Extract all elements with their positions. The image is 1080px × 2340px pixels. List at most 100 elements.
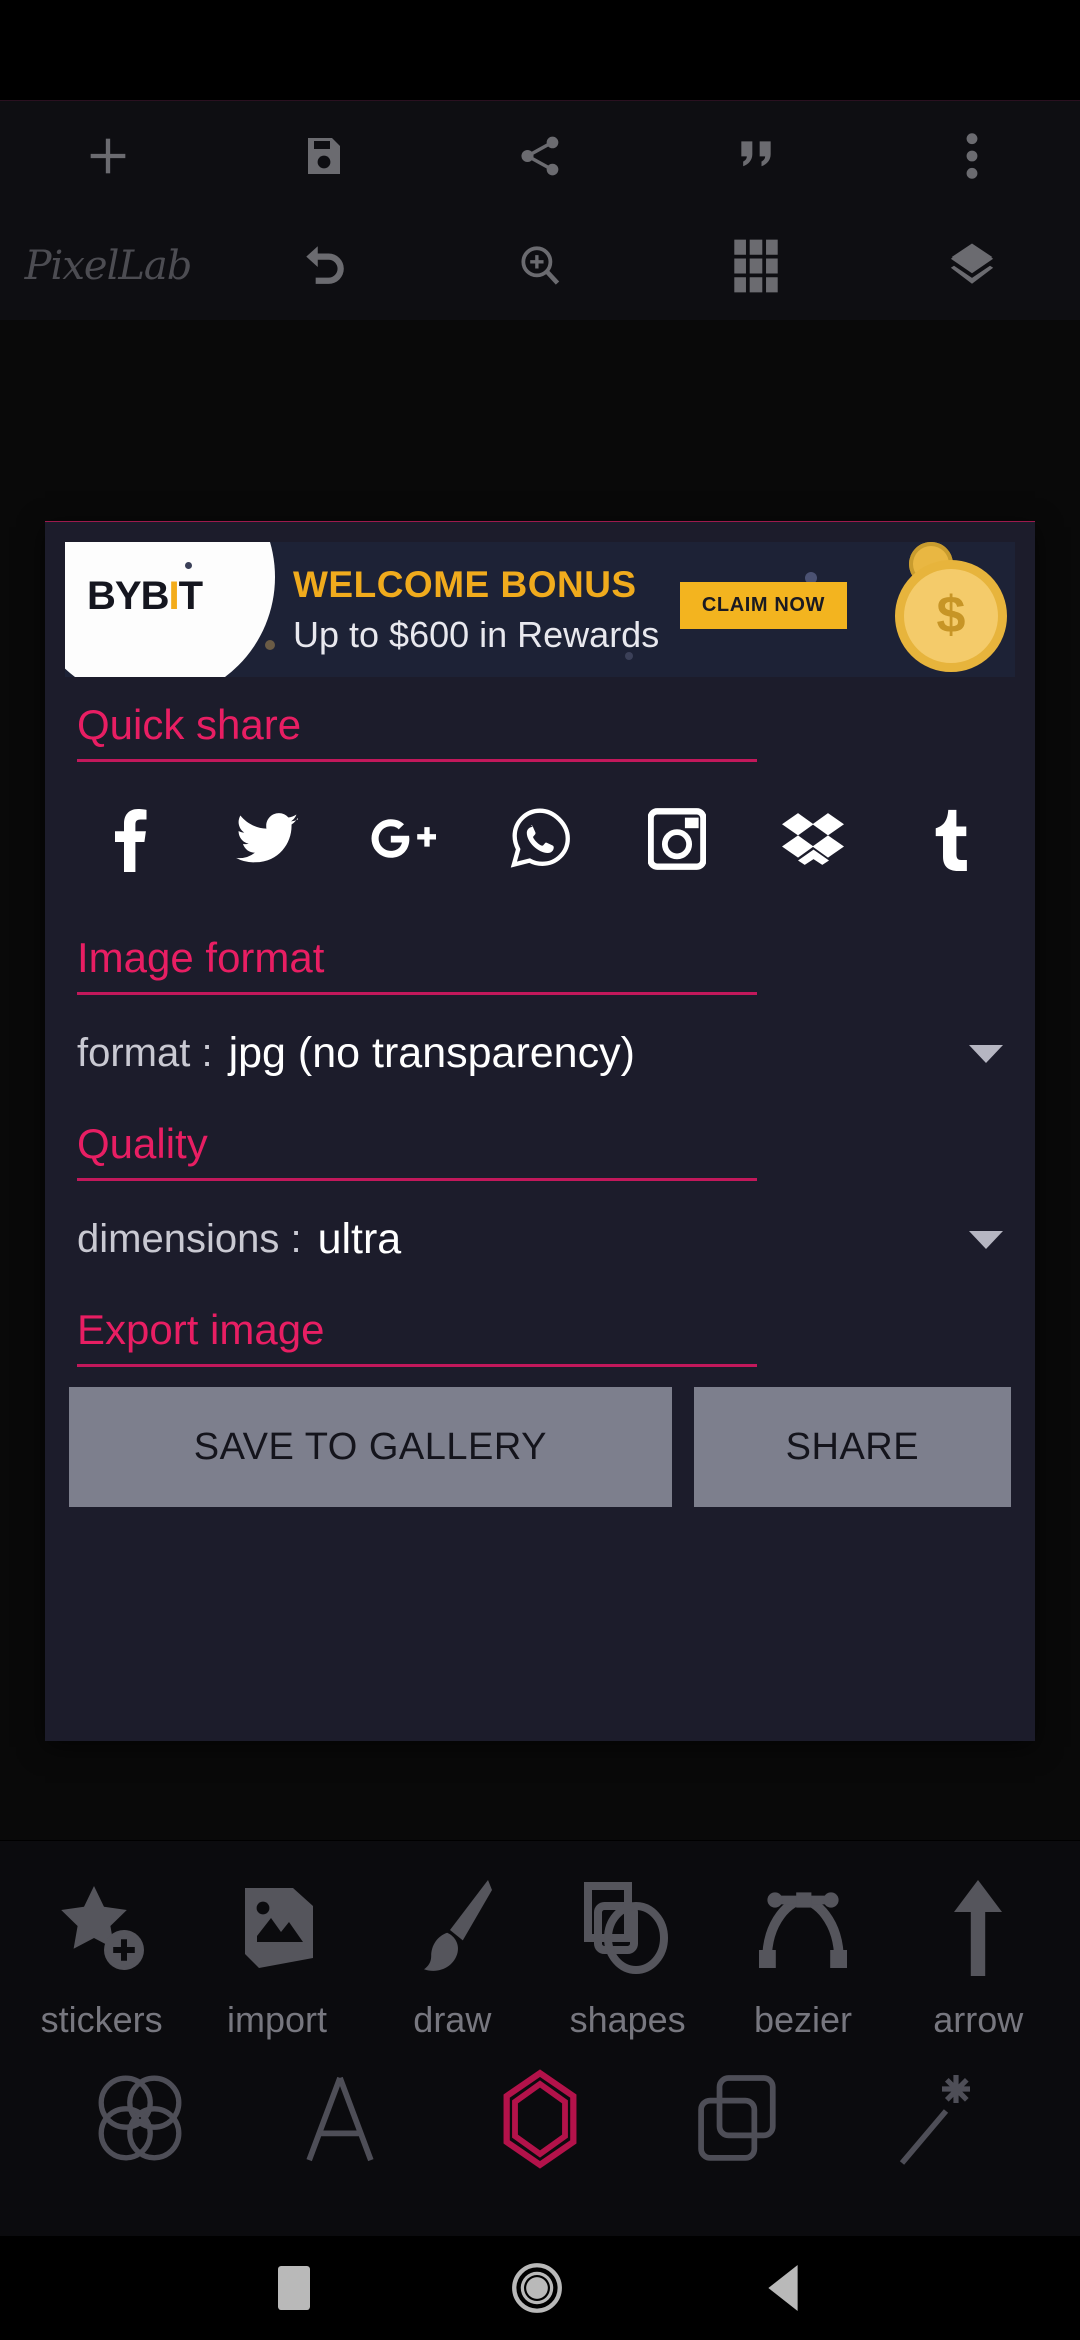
import-icon [231, 1873, 323, 1983]
duplicate-icon [697, 2073, 783, 2170]
tumblr-icon [929, 807, 971, 876]
image-format-title: Image format [77, 934, 325, 981]
ad-title: WELCOME BONUS [293, 564, 637, 605]
text-icon [303, 2073, 377, 2170]
ad-subtitle: Up to $600 in Rewards [293, 614, 660, 655]
quote-icon [734, 134, 778, 178]
grid-button[interactable] [648, 211, 864, 321]
ad-dot [185, 562, 192, 569]
facebook-icon [108, 806, 152, 877]
grid-icon [732, 238, 780, 294]
tool-label: arrow [933, 1999, 1024, 2040]
toolbar-row-secondary: PixelLab [0, 211, 1080, 321]
whatsapp-icon [510, 808, 570, 875]
ad-banner[interactable]: BYBIT WELCOME BONUS Up to $600 in Reward… [65, 542, 1015, 677]
shapes-icon [580, 1873, 676, 1983]
recents-button[interactable] [277, 2266, 311, 2310]
tool-stickers[interactable]: stickers [27, 1873, 177, 2041]
save-to-gallery-button[interactable]: SAVE TO GALLERY [69, 1387, 672, 1507]
tool-label: shapes [569, 1999, 686, 2040]
top-toolbar: PixelLab [0, 100, 1080, 320]
tool-label: draw [413, 1999, 492, 2040]
tool-import[interactable]: import [202, 1873, 352, 2041]
add-icon [82, 130, 134, 182]
share-button[interactable]: SHARE [693, 1387, 1011, 1507]
tool-blend[interactable] [80, 2061, 200, 2181]
magic-wand-icon [897, 2071, 983, 2172]
export-section: Export image [65, 1282, 1015, 1367]
dimensions-value: ultra [317, 1215, 402, 1263]
arrow-icon [945, 1873, 1011, 1983]
format-label: format : [77, 1031, 213, 1075]
share-button[interactable] [432, 101, 648, 211]
export-actions: SAVE TO GALLERY SHARE [45, 1367, 1035, 1535]
quick-share-section: Quick share [65, 677, 1015, 910]
tool-row-primary: stickers import draw shapes bezier arrow [0, 1841, 1080, 2041]
twitter-icon [235, 812, 298, 870]
app-screen: PixelLab BYBIT WELCOME BONUS Up to $600 … [0, 0, 1080, 2340]
tool-bezier[interactable]: bezier [728, 1873, 878, 2041]
app-logo: PixelLab [24, 243, 193, 289]
app-logo-button[interactable]: PixelLab [0, 211, 216, 321]
shape-hexagon-icon [498, 2068, 582, 2174]
overflow-menu-button[interactable] [864, 101, 1080, 211]
dropbox-icon [782, 810, 845, 873]
tool-shape[interactable] [480, 2061, 600, 2181]
tool-draw[interactable]: draw [377, 1873, 527, 2041]
dimensions-selector[interactable]: dimensions : ultra [65, 1181, 1015, 1282]
whatsapp-share-button[interactable] [501, 802, 579, 880]
draw-icon [409, 1873, 495, 1983]
twitter-share-button[interactable] [228, 802, 306, 880]
quote-button[interactable] [648, 101, 864, 211]
chevron-down-icon [969, 1044, 1003, 1063]
quick-share-title: Quick share [77, 701, 302, 748]
android-navbar [0, 2236, 1080, 2340]
layers-icon [945, 239, 999, 293]
tool-text[interactable] [280, 2061, 400, 2181]
image-format-section: Image format [65, 910, 1015, 995]
facebook-share-button[interactable] [91, 802, 169, 880]
ad-brand-logo: BYBIT [87, 574, 203, 618]
tool-label: stickers [40, 1999, 163, 2040]
undo-icon [299, 241, 349, 291]
save-button[interactable] [216, 101, 432, 211]
stickers-icon [54, 1873, 150, 1983]
instagram-icon [647, 807, 707, 875]
tool-effects[interactable] [880, 2061, 1000, 2181]
bottom-toolbar: stickers import draw shapes bezier arrow [0, 1841, 1080, 2236]
googleplus-share-button[interactable] [364, 802, 442, 880]
bezier-icon [755, 1873, 851, 1983]
google-plus-icon [370, 811, 438, 872]
undo-button[interactable] [216, 211, 432, 321]
tumblr-share-button[interactable] [911, 802, 989, 880]
save-icon [300, 132, 348, 180]
quality-section: Quality [65, 1096, 1015, 1181]
share-icon [515, 131, 565, 181]
layers-button[interactable] [864, 211, 1080, 321]
ad-coin-icon [895, 560, 1007, 672]
add-button[interactable] [0, 101, 216, 211]
tool-row-secondary [0, 2041, 1080, 2181]
dropbox-share-button[interactable] [774, 802, 852, 880]
back-button[interactable] [763, 2265, 803, 2311]
overflow-menu-icon [963, 130, 981, 182]
chevron-down-icon [969, 1230, 1003, 1249]
export-dialog: BYBIT WELCOME BONUS Up to $600 in Reward… [45, 521, 1035, 1741]
export-title: Export image [77, 1306, 325, 1353]
dimensions-label: dimensions : [77, 1217, 302, 1261]
ad-claim-button[interactable]: CLAIM NOW [679, 582, 847, 629]
quality-title: Quality [77, 1120, 208, 1167]
status-bar [0, 0, 1080, 100]
toolbar-row-primary [0, 101, 1080, 211]
tool-arrow[interactable]: arrow [903, 1873, 1053, 2041]
tool-label: import [226, 1999, 327, 2040]
tool-shapes[interactable]: shapes [553, 1873, 703, 2041]
instagram-share-button[interactable] [638, 802, 716, 880]
format-selector[interactable]: format : jpg (no transparency) [65, 995, 1015, 1096]
quick-share-targets [65, 762, 1015, 910]
format-value: jpg (no transparency) [228, 1029, 635, 1077]
ad-dot [265, 640, 275, 650]
tool-duplicate[interactable] [680, 2061, 800, 2181]
home-button[interactable] [511, 2262, 563, 2314]
zoom-button[interactable] [432, 211, 648, 321]
